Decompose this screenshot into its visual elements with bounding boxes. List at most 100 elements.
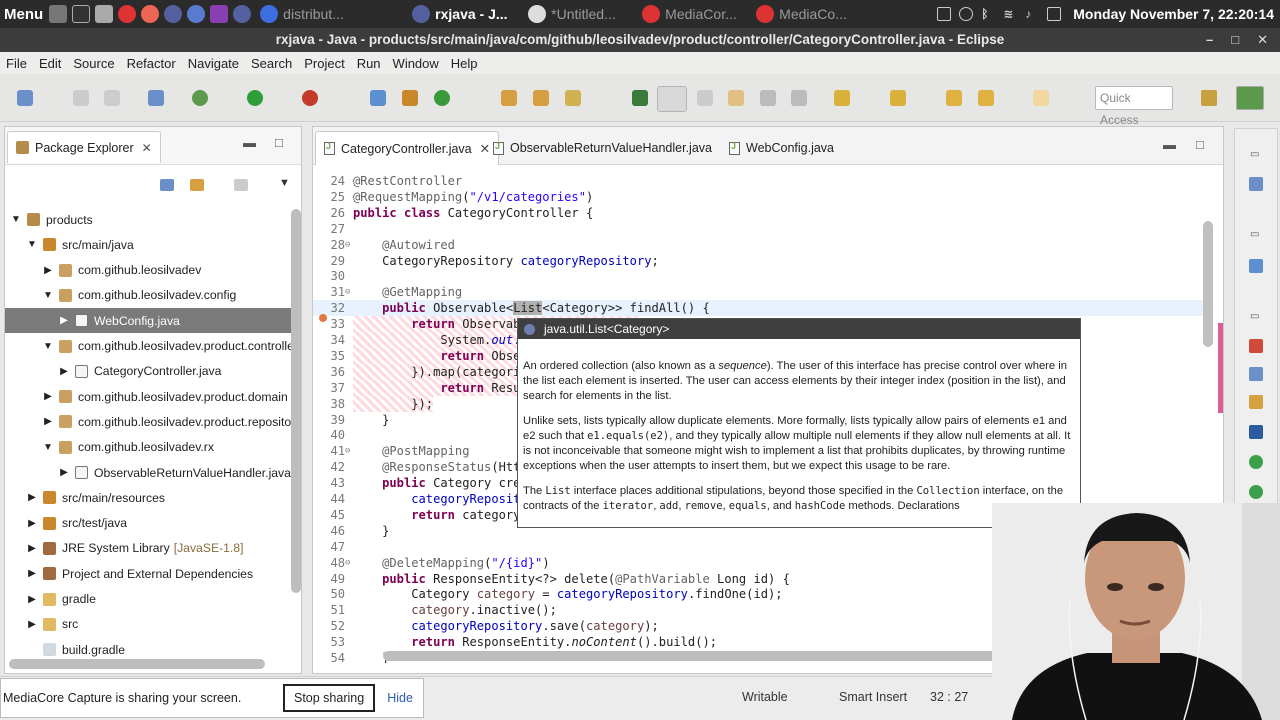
fold-toggle-icon[interactable]: ⊖ xyxy=(345,555,350,571)
code-line[interactable]: 24 @RestController xyxy=(313,173,1203,189)
restore-icon-3[interactable]: ▭ xyxy=(1250,311,1259,322)
code-line[interactable]: 31 ⊖ @GetMapping xyxy=(313,284,1203,300)
taskbar-item[interactable]: MediaCor... xyxy=(638,0,752,28)
taskbar-item[interactable]: distribut... xyxy=(256,0,408,28)
package-explorer-hscrollbar[interactable] xyxy=(9,659,265,669)
code-line[interactable]: 29 CategoryRepository categoryRepository… xyxy=(313,253,1203,269)
taskbar-item[interactable]: *Untitled... xyxy=(524,0,638,28)
system-menu-button[interactable]: Menu xyxy=(0,6,49,23)
toggle-breadcrumb-icon[interactable] xyxy=(760,90,776,106)
screenshot-icon[interactable] xyxy=(937,7,952,21)
collapsed-arrow-icon[interactable]: ▶ xyxy=(25,518,39,529)
collapsed-arrow-icon[interactable]: ▶ xyxy=(41,391,55,402)
postman-icon[interactable] xyxy=(141,5,160,23)
editor-vscrollbar[interactable] xyxy=(1203,221,1213,347)
tab-categorycontroller[interactable]: CategoryController.java ✕ xyxy=(315,131,500,165)
close-button[interactable]: ✕ xyxy=(1257,28,1268,52)
tree-item[interactable]: ▶ CategoryController.java xyxy=(5,359,301,384)
package-explorer-scrollbar[interactable] xyxy=(291,209,301,593)
overview-ruler-marker[interactable] xyxy=(1218,323,1223,413)
collapsed-arrow-icon[interactable]: ▶ xyxy=(25,619,39,630)
eclipse-icon[interactable] xyxy=(164,5,183,23)
collapsed-arrow-icon[interactable]: ▶ xyxy=(41,416,55,427)
battery-icon[interactable] xyxy=(1047,7,1062,21)
restore-icon-2[interactable]: ▭ xyxy=(1250,229,1259,240)
search-icon[interactable] xyxy=(565,90,581,106)
volume-icon[interactable]: ♪ xyxy=(1025,7,1039,21)
open-perspective-icon[interactable] xyxy=(1201,90,1217,106)
save-icon[interactable] xyxy=(73,90,89,106)
minimize-button[interactable]: – xyxy=(1206,28,1213,52)
expanded-arrow-icon[interactable]: ▼ xyxy=(41,442,55,453)
tree-item[interactable]: ▶ com.github.leosilvadev xyxy=(5,258,301,283)
code-line[interactable]: 26 public class CategoryController { xyxy=(313,205,1203,221)
new-class-icon[interactable] xyxy=(434,90,450,106)
menu-source[interactable]: Source xyxy=(67,56,120,71)
mark-occurrences-toggle[interactable] xyxy=(657,86,687,112)
tree-item[interactable]: ▼ products xyxy=(5,207,301,232)
bluetooth-icon[interactable]: ᛒ xyxy=(981,7,995,21)
fold-toggle-icon[interactable]: ⊖ xyxy=(345,237,350,253)
last-edit-location-icon[interactable] xyxy=(946,90,962,106)
new-java-project-icon[interactable] xyxy=(370,90,386,106)
tree-item[interactable]: ▶ src/test/java xyxy=(5,511,301,536)
chrome-icon[interactable] xyxy=(118,5,137,23)
menu-help[interactable]: Help xyxy=(445,56,484,71)
app-icon[interactable] xyxy=(187,5,206,23)
menu-run[interactable]: Run xyxy=(351,56,387,71)
collapsed-arrow-icon[interactable]: ▶ xyxy=(57,315,71,326)
expanded-arrow-icon[interactable]: ▼ xyxy=(41,341,55,352)
maximize-icon[interactable]: □ xyxy=(275,135,283,150)
tree-item[interactable]: ▶ Project and External Dependencies xyxy=(5,561,301,586)
hierarchy-icon[interactable] xyxy=(1249,259,1263,273)
fold-toggle-icon[interactable]: ⊖ xyxy=(345,443,350,459)
menu-project[interactable]: Project xyxy=(298,56,350,71)
warning-icon[interactable] xyxy=(319,314,327,322)
save-all-icon[interactable] xyxy=(104,90,120,106)
previous-edit-icon[interactable] xyxy=(890,90,906,106)
code-line[interactable]: 30 xyxy=(313,268,1203,284)
menu-search[interactable]: Search xyxy=(245,56,298,71)
desktop-icon[interactable] xyxy=(49,5,68,23)
expanded-arrow-icon[interactable]: ▼ xyxy=(9,214,23,225)
expanded-arrow-icon[interactable]: ▼ xyxy=(41,290,55,301)
code-line[interactable]: 27 xyxy=(313,221,1203,237)
tree-item[interactable]: ▼ com.github.leosilvadev.rx xyxy=(5,435,301,460)
terminal-icon[interactable] xyxy=(72,5,91,23)
eclipse-icon-2[interactable] xyxy=(233,5,252,23)
taskbar-item[interactable]: rxjava - J... xyxy=(408,0,524,28)
package-explorer-tab[interactable]: Package Explorer ✕ xyxy=(7,131,161,163)
tree-item[interactable]: ▶ JRE System Library [JavaSE-1.8] xyxy=(5,536,301,561)
collapsed-arrow-icon[interactable]: ▶ xyxy=(25,594,39,605)
tree-item[interactable]: ▶ src xyxy=(5,612,301,637)
tab-observablereturnvaluehandler[interactable]: ObservableReturnValueHandler.java xyxy=(485,131,720,165)
declaration-icon[interactable] xyxy=(1249,395,1263,409)
maximize-button[interactable]: □ xyxy=(1231,28,1239,52)
javadoc-icon[interactable] xyxy=(1249,367,1263,381)
new-icon[interactable] xyxy=(17,90,33,106)
filter-icon[interactable] xyxy=(234,179,248,191)
collapse-all-icon[interactable] xyxy=(160,179,174,191)
tree-item[interactable]: ▼ src/main/java xyxy=(5,232,301,257)
expanded-arrow-icon[interactable]: ▼ xyxy=(25,239,39,250)
menu-edit[interactable]: Edit xyxy=(33,56,67,71)
wifi-icon[interactable]: ≋ xyxy=(1003,7,1017,21)
tree-item[interactable]: ▼ com.github.leosilvadev.product.controll… xyxy=(5,334,301,359)
quick-access-input[interactable]: Quick Access xyxy=(1095,86,1173,127)
clock[interactable]: Monday November 7, 22:20:14 xyxy=(1073,6,1274,22)
show-whitespace-icon[interactable] xyxy=(697,90,713,106)
fold-toggle-icon[interactable]: ⊖ xyxy=(345,284,350,300)
tree-item[interactable]: ▶ src/main/resources xyxy=(5,485,301,510)
menu-window[interactable]: Window xyxy=(387,56,445,71)
java-perspective-icon[interactable] xyxy=(1236,86,1264,110)
tree-item[interactable]: ▶ gradle xyxy=(5,587,301,612)
debug-icon[interactable] xyxy=(192,90,208,106)
code-line[interactable]: 32 public Observable<List<Category>> fin… xyxy=(313,300,1203,317)
collapsed-arrow-icon[interactable]: ▶ xyxy=(41,265,55,276)
collapsed-arrow-icon[interactable]: ▶ xyxy=(57,467,71,478)
menu-file[interactable]: File xyxy=(0,56,33,71)
hide-button[interactable]: Hide xyxy=(387,691,413,705)
link-with-editor-icon[interactable] xyxy=(190,179,204,191)
gradle-tasks-icon[interactable] xyxy=(1249,455,1263,469)
tree-item[interactable]: ▼ com.github.leosilvadev.config xyxy=(5,283,301,308)
